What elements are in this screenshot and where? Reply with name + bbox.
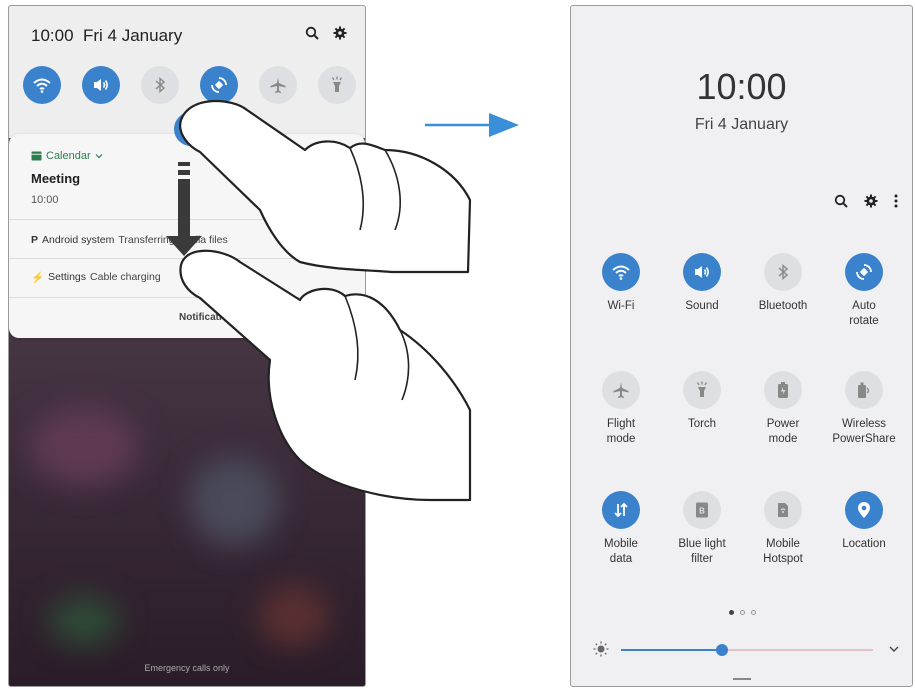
chevron-down-icon[interactable] xyxy=(889,645,899,653)
quick-panel-screen: 10:00 Fri 4 January Wi-Fi Sound Bluetoot… xyxy=(570,5,913,687)
bluetooth-icon xyxy=(778,263,789,281)
tile-auto-rotate[interactable]: Auto rotate xyxy=(824,253,904,329)
tile-label: Mobile xyxy=(766,538,800,550)
tile-label: Flight xyxy=(606,418,636,430)
tile-label: Wireless xyxy=(841,418,887,430)
tile-label: Sound xyxy=(685,300,719,312)
wireless-powershare-icon xyxy=(858,382,870,398)
search-icon[interactable] xyxy=(834,194,848,208)
hotspot-icon xyxy=(778,503,788,517)
tile-label: Location xyxy=(842,538,886,550)
tile-label: Power xyxy=(766,418,800,430)
rotate-icon xyxy=(856,264,872,280)
wifi-icon xyxy=(612,265,630,280)
tile-label-2: Hotspot xyxy=(763,553,803,565)
tile-flight-mode[interactable]: Flight mode xyxy=(581,371,661,447)
tile-mobile-data[interactable]: Mobile data xyxy=(581,491,661,567)
airplane-icon xyxy=(613,382,629,398)
page-dot xyxy=(740,610,745,615)
gear-icon[interactable] xyxy=(864,194,878,208)
battery-icon xyxy=(778,382,788,398)
tile-label: Mobile xyxy=(604,538,638,550)
tile-label: Blue light xyxy=(678,538,726,550)
svg-text:B: B xyxy=(699,507,705,516)
tile-power-mode[interactable]: Power mode xyxy=(743,371,823,447)
clock-time: 10:00 xyxy=(696,66,787,107)
tile-wireless-powershare[interactable]: Wireless PowerShare xyxy=(824,371,904,447)
page-dot xyxy=(729,610,734,615)
tile-sound[interactable]: Sound xyxy=(662,253,742,314)
blue-light-filter-icon: B xyxy=(696,502,708,518)
tile-label-2: data xyxy=(609,553,633,565)
page-dot xyxy=(751,610,756,615)
panel-handle[interactable] xyxy=(733,678,751,680)
brightness-fill xyxy=(621,649,722,651)
mobile-data-icon xyxy=(614,502,628,518)
tile-location[interactable]: Location xyxy=(824,491,904,552)
tile-blue-light-filter[interactable]: B Blue light filter xyxy=(662,491,742,567)
tile-label-2: PowerShare xyxy=(832,433,896,445)
location-icon xyxy=(858,502,870,518)
tile-label: Bluetooth xyxy=(758,300,808,312)
tile-label-2: filter xyxy=(691,553,713,565)
tile-torch[interactable]: Torch xyxy=(662,371,742,432)
brightness-thumb[interactable] xyxy=(716,644,728,656)
more-options-icon[interactable] xyxy=(894,194,898,208)
tile-bluetooth[interactable]: Bluetooth xyxy=(743,253,823,314)
drag-down-arrow xyxy=(166,162,202,256)
volume-icon xyxy=(695,266,709,278)
tile-label: Wi-Fi xyxy=(607,300,635,312)
tile-label-2: rotate xyxy=(849,315,879,327)
brightness-slider[interactable] xyxy=(621,644,873,656)
brightness-icon xyxy=(593,641,609,657)
tile-label: Torch xyxy=(687,418,717,430)
hand-outline-lower xyxy=(179,249,472,502)
clock-date: Fri 4 January xyxy=(694,116,789,133)
tile-wifi[interactable]: Wi-Fi xyxy=(581,253,661,314)
tile-label-2: mode xyxy=(606,433,636,445)
tile-label-2: mode xyxy=(768,433,798,445)
flashlight-icon xyxy=(696,381,708,397)
transition-arrow xyxy=(425,113,519,137)
tile-label: Auto xyxy=(852,300,876,312)
tile-mobile-hotspot[interactable]: Mobile Hotspot xyxy=(743,491,823,567)
page-indicator xyxy=(729,610,756,615)
